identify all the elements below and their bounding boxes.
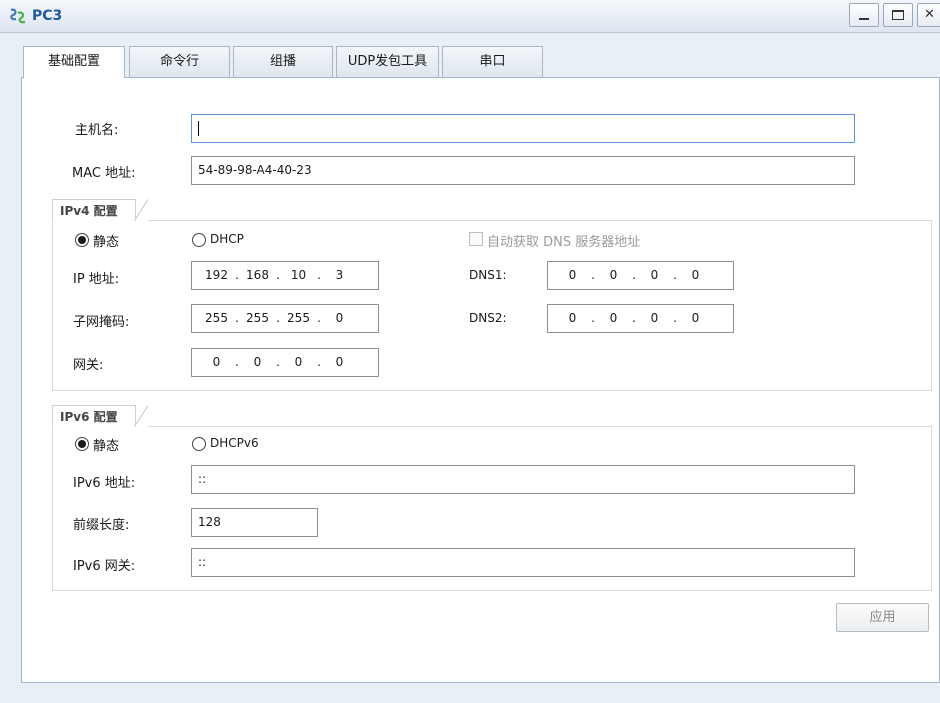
tab-command-line[interactable]: 命令行 [129,46,230,77]
ipv6-dhcpv6-label: DHCPv6 [210,436,259,450]
ip-dot: . [276,355,280,369]
minimize-icon [859,18,869,20]
title-bar: PC3 ✕ [0,0,940,33]
dns1-octet-1: 0 [568,268,577,282]
dns1-octet-3: 0 [650,268,659,282]
ipv4-static-label: 静态 [93,235,120,250]
ip-dot: . [276,268,280,282]
dns2-field[interactable]: 0. 0. 0. 0 [547,304,734,333]
dns2-octet-4: 0 [691,311,700,325]
mac-label: MAC 地址: [72,166,136,181]
hostname-input[interactable] [191,114,855,143]
tab-serial[interactable]: 串口 [442,46,543,77]
dns2-octet-3: 0 [650,311,659,325]
text-caret [198,121,199,136]
ipv6-address-field[interactable]: :: [191,465,855,494]
ip-dot: . [235,268,239,282]
ip-octet-1: 192 [205,268,228,282]
ip-address-label: IP 地址: [73,272,120,287]
ip-dot: . [632,311,636,325]
ip-dot: . [317,268,321,282]
auto-dns-label: 自动获取 DNS 服务器地址 [487,235,641,250]
dns1-octet-4: 0 [691,268,700,282]
dns1-field[interactable]: 0. 0. 0. 0 [547,261,734,290]
tab-multicast[interactable]: 组播 [233,46,333,77]
dns2-octet-2: 0 [609,311,618,325]
gateway-octet-3: 0 [294,355,303,369]
gateway-octet-4: 0 [335,355,344,369]
ip-octet-3: 10 [290,268,307,282]
hostname-label: 主机名: [75,123,119,138]
gateway-octet-2: 0 [253,355,262,369]
close-button[interactable]: ✕ [917,3,940,27]
ip-dot: . [632,268,636,282]
ipv6-group-tab: IPv6 配置 [52,405,148,427]
subnet-mask-label: 子网掩码: [73,315,130,330]
ipv6-dhcpv6-radio[interactable] [192,437,206,451]
ipv6-gateway-label: IPv6 网关: [73,559,136,574]
network-pc-icon [10,8,26,24]
ip-dot: . [591,268,595,282]
dns1-octet-2: 0 [609,268,618,282]
tab-udp-tool[interactable]: UDP发包工具 [336,46,439,77]
ipv6-address-label: IPv6 地址: [73,476,136,491]
minimize-button[interactable] [849,3,879,27]
ipv4-dhcp-radio[interactable] [192,233,206,247]
dns2-octet-1: 0 [568,311,577,325]
ip-dot: . [235,311,239,325]
ipv4-group-tab: IPv4 配置 [52,199,148,221]
ip-dot: . [673,311,677,325]
auto-dns-checkbox[interactable] [469,232,483,246]
ipv4-group-title: IPv4 配置 [60,204,118,218]
ipv4-static-radio[interactable] [75,233,89,247]
ip-dot: . [276,311,280,325]
window-title: PC3 [32,8,63,24]
mask-octet-2: 255 [246,311,269,325]
mask-octet-3: 255 [287,311,310,325]
subnet-mask-field[interactable]: 255. 255. 255. 0 [191,304,379,333]
prefix-length-label: 前缀长度: [73,518,130,533]
gateway-octet-1: 0 [212,355,221,369]
ipv6-static-label: 静态 [93,439,120,454]
ip-dot: . [317,355,321,369]
ip-octet-2: 168 [246,268,269,282]
gateway-label: 网关: [73,358,104,373]
tab-basic-config[interactable]: 基础配置 [23,46,125,78]
ip-dot: . [673,268,677,282]
ip-dot: . [591,311,595,325]
ipv6-static-radio[interactable] [75,437,89,451]
ipv6-gateway-field[interactable]: :: [191,548,855,577]
maximize-button[interactable] [883,3,913,27]
apply-button[interactable]: 应用 [836,603,929,632]
mac-field[interactable]: 54-89-98-A4-40-23 [191,156,855,185]
maximize-icon [892,10,904,20]
mask-octet-4: 0 [335,311,344,325]
prefix-length-field[interactable]: 128 [191,508,318,537]
dns1-label: DNS1: [469,268,507,282]
ip-address-field[interactable]: 192. 168. 10. 3 [191,261,379,290]
dns2-label: DNS2: [469,311,507,325]
close-icon: ✕ [924,7,935,22]
ip-dot: . [235,355,239,369]
ip-octet-4: 3 [335,268,344,282]
gateway-field[interactable]: 0. 0. 0. 0 [191,348,379,377]
ip-dot: . [317,311,321,325]
ipv4-dhcp-label: DHCP [210,232,244,246]
ipv6-group-title: IPv6 配置 [60,410,118,424]
mask-octet-1: 255 [205,311,228,325]
